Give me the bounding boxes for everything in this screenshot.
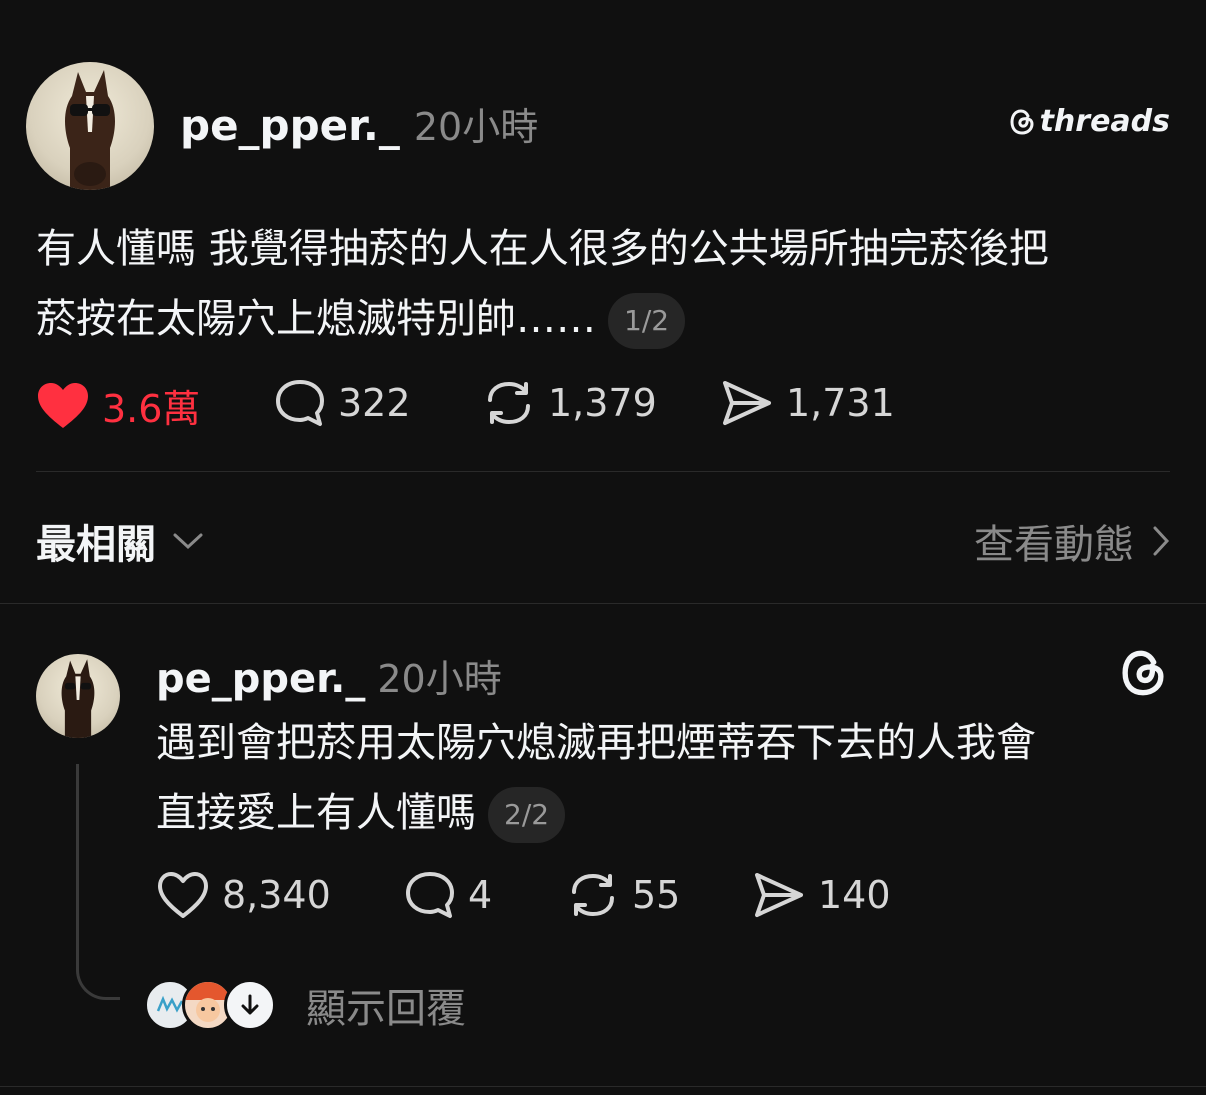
heart-filled-icon	[38, 382, 88, 428]
view-activity-link[interactable]: 查看動態	[974, 512, 1170, 570]
repost-button[interactable]: 1,379	[482, 378, 657, 428]
reply-repost-count: 55	[632, 873, 681, 917]
repost-count: 1,379	[548, 381, 657, 425]
reply-like-count: 8,340	[222, 873, 331, 917]
send-icon	[723, 381, 771, 425]
like-button[interactable]: 3.6萬	[36, 378, 200, 433]
reply-pager-badge: 2/2	[488, 787, 566, 843]
reply-text-line-2: 直接愛上有人懂嗎	[156, 790, 476, 836]
post-text-line-1: 有人懂嗎 我覺得抽菸的人在人很多的公共場所抽完菸後把	[36, 226, 1049, 272]
expand-replies-circle	[224, 979, 276, 1031]
share-count: 1,731	[786, 381, 895, 425]
show-replies-label: 顯示回覆	[306, 986, 466, 1032]
comment-count: 322	[338, 381, 411, 425]
reply-like-button[interactable]: 8,340	[156, 870, 331, 920]
arrow-down-icon	[241, 994, 259, 1015]
reply-share-count: 140	[818, 873, 891, 917]
like-count: 3.6萬	[102, 387, 201, 431]
sort-dropdown[interactable]: 最相關	[36, 512, 204, 570]
reply-author-avatar[interactable]	[36, 654, 120, 738]
post-time: 20小時	[413, 105, 539, 149]
threads-icon-button[interactable]	[1118, 646, 1168, 704]
threads-icon	[1122, 650, 1164, 696]
reply-time: 20小時	[377, 657, 502, 701]
post-text-line-2: 菸按在太陽穴上熄滅特別帥……	[36, 296, 596, 342]
share-button[interactable]: 1,731	[720, 378, 895, 428]
author-avatar[interactable]	[26, 62, 154, 190]
horse-avatar-image	[65, 70, 115, 190]
horse-avatar-image	[61, 659, 95, 738]
reply-repost-button[interactable]: 55	[566, 870, 680, 920]
section-divider	[0, 603, 1206, 604]
chevron-right-icon	[1153, 526, 1170, 556]
author-username[interactable]: pe_pper._	[180, 101, 400, 150]
sort-label: 最相關	[36, 522, 156, 568]
reply-share-button[interactable]: 140	[752, 870, 891, 920]
threads-wordmark: threads	[1039, 104, 1170, 139]
avatar-art-icon	[156, 995, 184, 1013]
threads-logo[interactable]: threads	[1008, 104, 1170, 139]
post-pager-badge: 1/2	[608, 293, 686, 349]
post-divider	[36, 471, 1170, 472]
chevron-down-icon	[173, 533, 203, 550]
show-replies-button[interactable]: 顯示回覆	[144, 976, 466, 1034]
reply-username[interactable]: pe_pper._	[156, 656, 365, 702]
send-icon	[755, 873, 803, 917]
threads-icon	[1010, 108, 1034, 135]
comment-icon	[276, 380, 324, 426]
comment-button[interactable]: 322	[274, 378, 411, 428]
comment-icon	[406, 872, 454, 918]
reply-comment-count: 4	[468, 873, 493, 917]
reply-comment-button[interactable]: 4	[404, 870, 492, 920]
reply-text-line-1: 遇到會把菸用太陽穴熄滅再把煙蒂吞下去的人我會	[156, 720, 1036, 766]
heart-outline-icon	[158, 872, 208, 918]
repost-icon	[572, 874, 614, 916]
view-activity-label: 查看動態	[974, 522, 1134, 568]
bottom-divider	[0, 1086, 1206, 1087]
repost-icon	[488, 382, 530, 424]
thread-line	[76, 764, 120, 1000]
